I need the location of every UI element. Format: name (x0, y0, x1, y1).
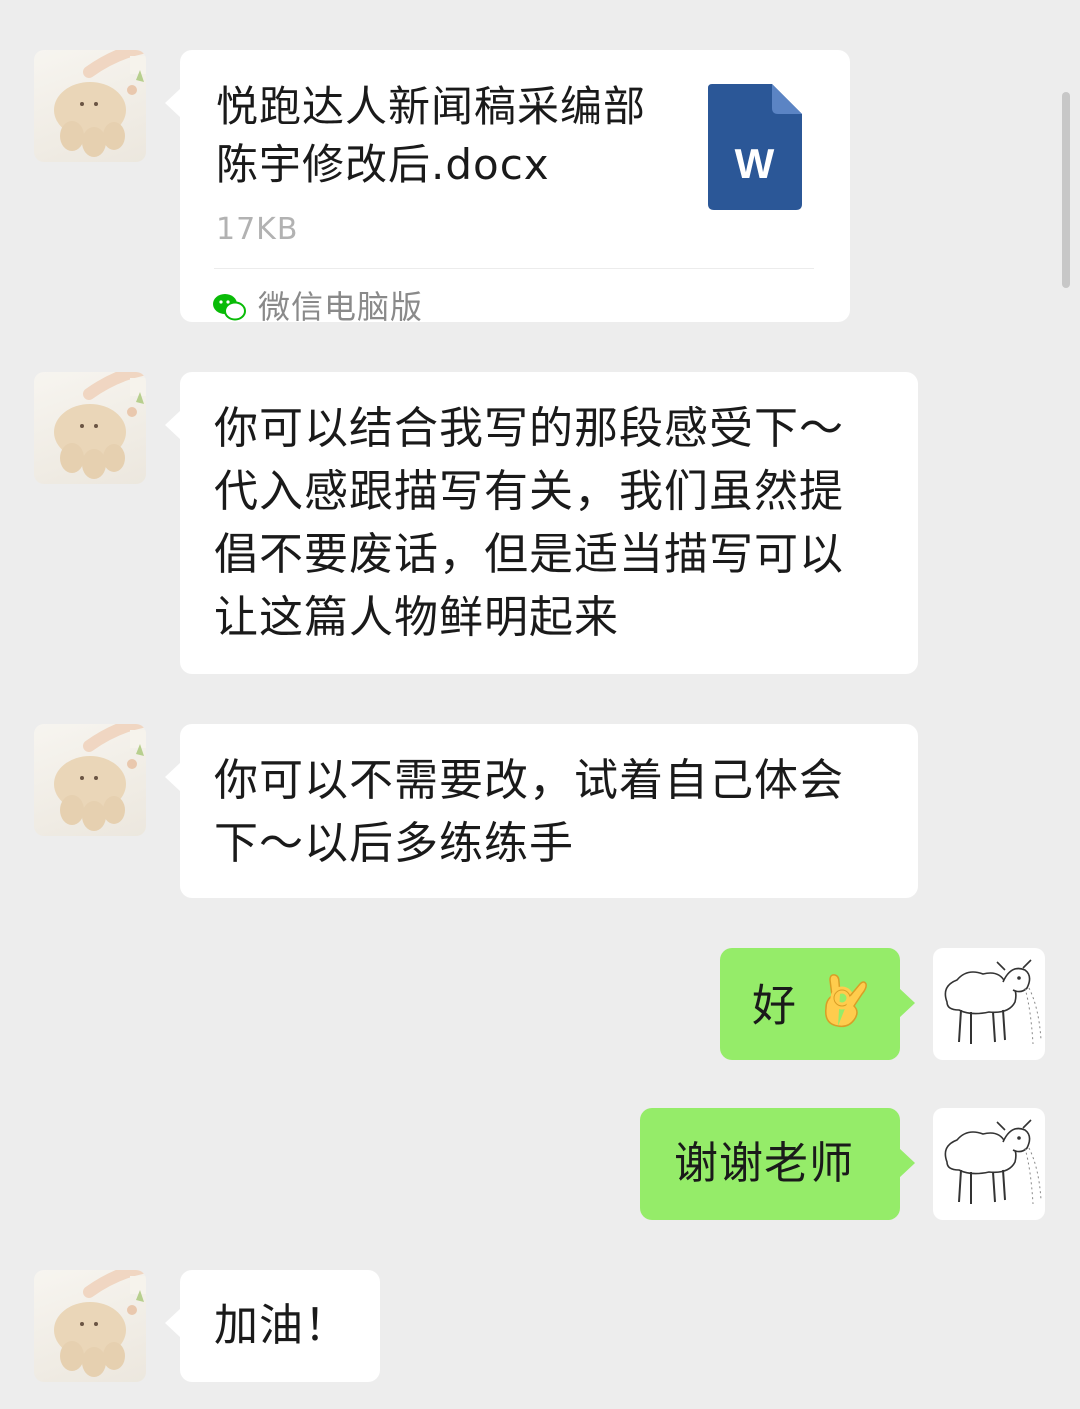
ok-hand-emoji (820, 972, 868, 1045)
lamb-drawing-avatar-icon (944, 959, 1042, 1045)
message-text: 谢谢老师 (674, 1138, 854, 1189)
wechat-icon (212, 276, 246, 339)
text-message[interactable]: 你可以结合我写的那段感受下～代入感跟描写有关，我们虽然提倡不要废话，但是适当描写… (165, 372, 918, 674)
text-message[interactable]: 你可以不需要改，试着自己体会下～以后多练练手 (165, 724, 918, 898)
avatar-left[interactable] (34, 50, 146, 162)
word-file-letter: W (735, 140, 776, 187)
avatar-left[interactable] (34, 372, 146, 484)
message-text: 加油！ (214, 1300, 349, 1351)
scrollbar[interactable] (1062, 92, 1070, 288)
file-size: 17KB (216, 212, 299, 247)
divider (214, 268, 814, 269)
text-message[interactable]: 加油！ (165, 1270, 380, 1382)
file-name: 悦跑达人新闻稿采编部陈宇修改后.docx (216, 82, 647, 189)
avatar-left[interactable] (34, 724, 146, 836)
lamb-drawing-avatar-icon (944, 1119, 1042, 1205)
message-text: 你可以不需要改，试着自己体会下～以后多练练手 (214, 755, 844, 869)
plush-toy-avatar-icon (34, 1270, 146, 1382)
file-message[interactable]: 悦跑达人新闻稿采编部陈宇修改后.docx 17KB W 微信电脑版 (165, 50, 850, 326)
message-text: 你可以结合我写的那段感受下～代入感跟描写有关，我们虽然提倡不要废话，但是适当描写… (214, 403, 844, 643)
file-source: 微信电脑版 (212, 280, 423, 334)
avatar-left[interactable] (34, 1270, 146, 1382)
avatar-right[interactable] (933, 1108, 1045, 1220)
plush-toy-avatar-icon (34, 724, 146, 836)
text-message-sent[interactable]: 谢谢老师 (640, 1108, 915, 1220)
message-text: 好 (752, 980, 797, 1032)
avatar-right[interactable] (933, 948, 1045, 1060)
word-file-icon: W (708, 84, 802, 210)
plush-toy-avatar-icon (34, 50, 146, 162)
text-message-sent[interactable]: 好 (720, 948, 915, 1060)
plush-toy-avatar-icon (34, 372, 146, 484)
source-label: 微信电脑版 (258, 287, 424, 326)
